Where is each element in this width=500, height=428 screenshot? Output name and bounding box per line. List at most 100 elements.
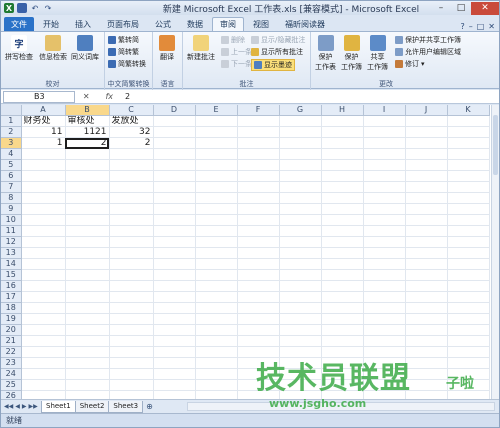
- cell[interactable]: [363, 269, 406, 281]
- cell[interactable]: [405, 247, 448, 259]
- redo-icon[interactable]: ↷: [43, 3, 53, 13]
- cell[interactable]: [237, 313, 280, 325]
- cell[interactable]: [195, 203, 238, 215]
- tab-view[interactable]: 视图: [246, 17, 276, 31]
- cell[interactable]: [109, 225, 154, 237]
- cell[interactable]: 1: [21, 137, 66, 149]
- cell[interactable]: [65, 159, 110, 171]
- cell[interactable]: [405, 324, 448, 336]
- cell[interactable]: [109, 291, 154, 303]
- cell[interactable]: [237, 258, 280, 270]
- cell[interactable]: [363, 291, 406, 303]
- cell[interactable]: [21, 368, 66, 380]
- track-changes-button[interactable]: 修订 ▾: [395, 59, 425, 69]
- cell[interactable]: [321, 137, 364, 149]
- row-header[interactable]: 9: [1, 203, 22, 215]
- cell[interactable]: [21, 335, 66, 347]
- cell[interactable]: [321, 258, 364, 270]
- cell[interactable]: [321, 181, 364, 193]
- protect-sheet-button[interactable]: 保护 工作表: [315, 35, 336, 72]
- row-header[interactable]: 13: [1, 247, 22, 259]
- show-ink-button[interactable]: 显示墨迹: [251, 59, 295, 71]
- first-sheet-icon[interactable]: ◀◀: [4, 403, 13, 410]
- cell[interactable]: [363, 225, 406, 237]
- name-box[interactable]: B3: [3, 90, 75, 103]
- cell[interactable]: [21, 357, 66, 369]
- cell[interactable]: [65, 214, 110, 226]
- cell[interactable]: [405, 269, 448, 281]
- cell[interactable]: [405, 390, 448, 399]
- ribbon-minimize-icon[interactable]: –: [469, 22, 473, 31]
- cell[interactable]: [195, 148, 238, 160]
- cell[interactable]: [237, 115, 280, 127]
- cell[interactable]: [447, 302, 490, 314]
- cell[interactable]: [21, 302, 66, 314]
- cell[interactable]: [195, 302, 238, 314]
- cell[interactable]: 财务处: [21, 115, 66, 127]
- row-header[interactable]: 18: [1, 302, 22, 314]
- tab-review[interactable]: 审阅: [212, 17, 244, 31]
- cell[interactable]: [447, 247, 490, 259]
- cell[interactable]: [153, 357, 196, 369]
- cell[interactable]: [363, 159, 406, 171]
- cell[interactable]: [153, 137, 196, 149]
- cell[interactable]: [363, 203, 406, 215]
- cell[interactable]: [363, 324, 406, 336]
- cell[interactable]: [321, 159, 364, 171]
- share-workbook-button[interactable]: 共享 工作簿: [367, 35, 388, 72]
- cell[interactable]: [279, 126, 322, 138]
- cell[interactable]: [153, 346, 196, 358]
- cell[interactable]: [109, 170, 154, 182]
- cell[interactable]: [363, 192, 406, 204]
- cell[interactable]: [447, 258, 490, 270]
- cell[interactable]: [447, 137, 490, 149]
- column-header[interactable]: H: [321, 105, 364, 116]
- tab-formulas[interactable]: 公式: [148, 17, 178, 31]
- cell[interactable]: [21, 159, 66, 171]
- row-header[interactable]: 16: [1, 280, 22, 292]
- cell[interactable]: [153, 214, 196, 226]
- cell[interactable]: 2: [109, 137, 154, 149]
- research-button[interactable]: 信息检索: [39, 35, 67, 62]
- cell[interactable]: [405, 258, 448, 270]
- row-header[interactable]: 1: [1, 115, 22, 127]
- cell[interactable]: [195, 258, 238, 270]
- cell[interactable]: [405, 192, 448, 204]
- cell[interactable]: [21, 225, 66, 237]
- cell[interactable]: [447, 291, 490, 303]
- cell[interactable]: [405, 379, 448, 391]
- cell[interactable]: 发放处: [109, 115, 154, 127]
- cell[interactable]: [447, 126, 490, 138]
- row-header[interactable]: 3: [1, 137, 22, 149]
- cell[interactable]: [279, 324, 322, 336]
- cell[interactable]: [405, 335, 448, 347]
- cell[interactable]: [405, 159, 448, 171]
- column-header[interactable]: K: [447, 105, 490, 116]
- cell[interactable]: [237, 214, 280, 226]
- formula-input[interactable]: 2: [121, 91, 499, 103]
- cell[interactable]: [195, 269, 238, 281]
- tab-file[interactable]: 文件: [4, 17, 34, 31]
- cell[interactable]: [405, 137, 448, 149]
- cell[interactable]: [405, 170, 448, 182]
- cell[interactable]: [109, 390, 154, 399]
- row-header[interactable]: 12: [1, 236, 22, 248]
- cell[interactable]: [65, 192, 110, 204]
- cell[interactable]: [65, 379, 110, 391]
- cell[interactable]: [405, 203, 448, 215]
- cell[interactable]: [405, 181, 448, 193]
- thesaurus-button[interactable]: 同义词库: [71, 35, 99, 62]
- excel-app-icon[interactable]: X: [4, 3, 14, 13]
- cell[interactable]: [321, 324, 364, 336]
- cell[interactable]: [109, 280, 154, 292]
- cell[interactable]: [21, 170, 66, 182]
- ribbon-restore-icon[interactable]: □: [477, 22, 485, 31]
- row-header[interactable]: 7: [1, 181, 22, 193]
- cell[interactable]: [109, 148, 154, 160]
- cell[interactable]: [65, 335, 110, 347]
- cell[interactable]: [153, 159, 196, 171]
- cell[interactable]: [109, 258, 154, 270]
- cell[interactable]: [405, 236, 448, 248]
- cell[interactable]: [21, 324, 66, 336]
- row-header[interactable]: 23: [1, 357, 22, 369]
